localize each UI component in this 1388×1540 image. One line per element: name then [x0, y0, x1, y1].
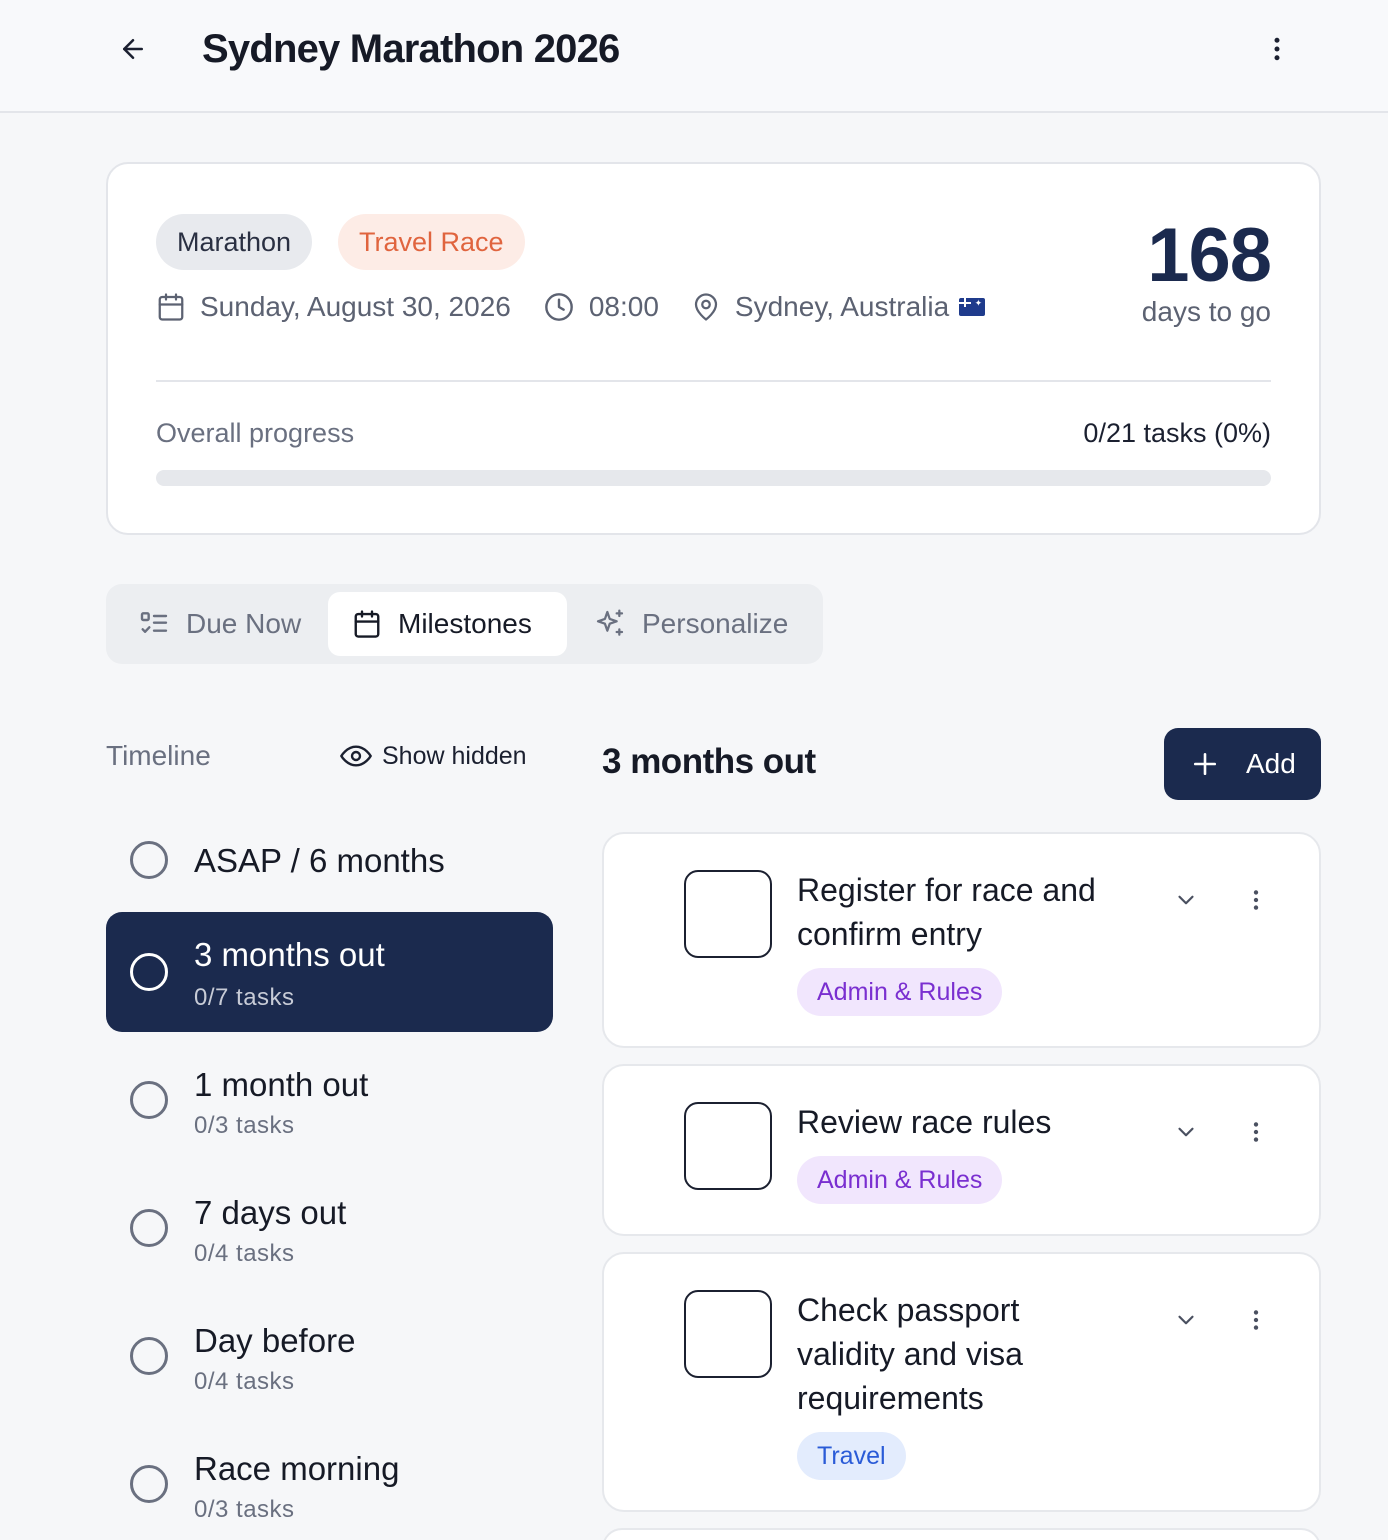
plus-icon: [1193, 752, 1217, 776]
travel-race-tag: Travel Race: [338, 214, 525, 270]
timeline-item-count: 0/7 tasks: [194, 984, 295, 1011]
chevron-down-icon: [1178, 1127, 1194, 1137]
timeline-heading: Timeline: [106, 740, 211, 771]
calendar-icon: [354, 610, 380, 638]
progress-label: Overall progress: [156, 418, 355, 448]
race-location-text: Sydney, Australia: [734, 291, 950, 322]
task-more-button[interactable]: [1234, 1298, 1278, 1342]
timeline-item-title: 1 month out: [194, 1066, 369, 1103]
page-title: Sydney Marathon 2026: [202, 27, 620, 71]
view-tabs: Due Now Milestones Personalize: [106, 584, 823, 664]
more-options-button[interactable]: [1252, 24, 1302, 74]
race-meta: Sunday, August 30, 2026 08:00 Sydney, Au…: [156, 284, 986, 330]
timeline-item-3-months-out[interactable]: 3 months out 0/7 tasks: [106, 912, 553, 1032]
calendar-icon: [158, 293, 184, 321]
timeline-item-title: Race morning: [194, 1450, 400, 1487]
milestone-status-icon: [130, 1337, 168, 1375]
add-task-label: Add: [1246, 748, 1296, 779]
task-category-chip: Admin & Rules: [797, 968, 1003, 1016]
arrow-left-icon: [123, 39, 143, 59]
task-checkbox[interactable]: [684, 1102, 772, 1190]
more-vertical-icon: [1253, 890, 1259, 910]
task-card: [602, 1528, 1321, 1540]
task-title: Register for race and confirm entry: [797, 872, 1096, 952]
divider: [156, 380, 1271, 382]
tab-due-now[interactable]: Due Now: [130, 592, 309, 656]
chevron-down-icon: [1178, 1315, 1194, 1325]
timeline-item-day-before[interactable]: Day before 0/4 tasks: [106, 1296, 553, 1416]
tab-personalize[interactable]: Personalize: [586, 592, 796, 656]
expand-task-button[interactable]: [1164, 1298, 1208, 1342]
task-card: Register for race and confirm entry Admi…: [602, 832, 1321, 1048]
expand-task-button[interactable]: [1164, 878, 1208, 922]
progress-value: 0/21 tasks (0%): [1083, 418, 1271, 448]
add-task-button[interactable]: Add: [1164, 728, 1321, 800]
timeline-item-count: 0/3 tasks: [194, 1112, 295, 1139]
task-more-button[interactable]: [1234, 1110, 1278, 1154]
timeline-item-count: 0/4 tasks: [194, 1368, 295, 1395]
milestone-status-icon: [130, 841, 168, 879]
milestone-status-icon: [130, 953, 168, 991]
back-button[interactable]: [108, 24, 158, 74]
timeline-item-title: ASAP / 6 months: [194, 842, 445, 879]
show-hidden-button[interactable]: Show hidden: [340, 740, 527, 772]
timeline-item-7-days-out[interactable]: 7 days out 0/4 tasks: [106, 1168, 553, 1288]
race-date-text: Sunday, August 30, 2026: [200, 291, 511, 322]
task-category-chip: Travel: [797, 1432, 906, 1480]
task-checkbox[interactable]: [684, 870, 772, 958]
more-vertical-icon: [1274, 37, 1280, 61]
race-date: Sunday, August 30, 2026: [156, 291, 511, 323]
list-check-icon: [140, 612, 168, 633]
race-summary-card: Marathon Travel Race Sunday, August 30, …: [106, 162, 1321, 535]
eye-icon: [340, 745, 372, 767]
days-to-go-label: days to go: [1141, 296, 1271, 327]
more-vertical-icon: [1253, 1122, 1259, 1142]
timeline-item-title: 7 days out: [194, 1194, 347, 1231]
race-time-text: 08:00: [588, 291, 659, 322]
task-more-button[interactable]: [1234, 878, 1278, 922]
race-type-tag: Marathon: [156, 214, 313, 270]
progress-bar: [156, 470, 1271, 486]
timeline-item-1-month-out[interactable]: 1 month out 0/3 tasks: [106, 1040, 553, 1160]
task-card: Check passport validity and visa require…: [602, 1252, 1321, 1512]
race-time: 08:00: [543, 291, 659, 323]
timeline-item-count: 0/4 tasks: [194, 1240, 295, 1267]
sparkles-icon: [596, 609, 624, 636]
task-card: Review race rules Admin & Rules: [602, 1064, 1321, 1236]
task-title: Review race rules: [797, 1104, 1052, 1140]
expand-task-button[interactable]: [1164, 1110, 1208, 1154]
task-category-chip: Admin & Rules: [797, 1156, 1003, 1204]
top-bar: Sydney Marathon 2026: [0, 0, 1388, 113]
milestone-status-icon: [130, 1081, 168, 1119]
show-hidden-label: Show hidden: [382, 741, 527, 770]
more-vertical-icon: [1253, 1310, 1259, 1330]
days-to-go-count: 168: [1147, 213, 1272, 298]
tab-due-now-label: Due Now: [186, 608, 302, 639]
section-title: 3 months out: [602, 742, 816, 781]
tab-personalize-label: Personalize: [642, 608, 789, 639]
tab-milestones-label: Milestones: [398, 608, 532, 639]
clock-icon: [544, 293, 573, 321]
race-location: Sydney, Australia: [691, 291, 986, 323]
tab-milestones[interactable]: Milestones: [328, 592, 567, 656]
timeline-item-title: Day before: [194, 1322, 356, 1359]
milestone-status-icon: [130, 1209, 168, 1247]
task-title: Check passport validity and visa require…: [797, 1292, 1023, 1416]
map-pin-icon: [694, 293, 718, 321]
task-checkbox[interactable]: [684, 1290, 772, 1378]
australia-flag-icon: [959, 298, 986, 316]
milestone-status-icon: [130, 1465, 168, 1503]
timeline-item-title: 3 months out: [194, 936, 385, 973]
timeline-item-count: 0/3 tasks: [194, 1496, 295, 1523]
timeline-item-asap[interactable]: ASAP / 6 months: [106, 800, 553, 920]
chevron-down-icon: [1178, 895, 1194, 905]
timeline-item-race-morning[interactable]: Race morning 0/3 tasks: [106, 1420, 553, 1540]
